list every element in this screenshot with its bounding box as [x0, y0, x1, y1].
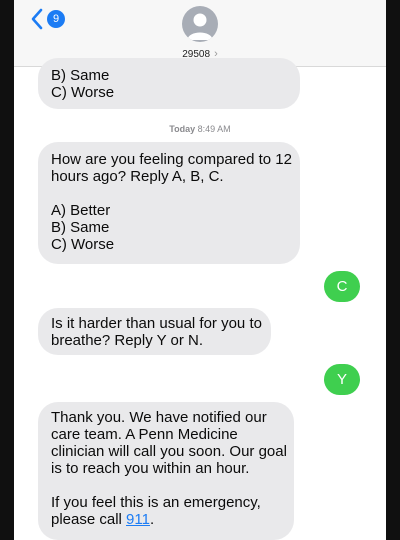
messages-screen: 9 29508 › B) Same C) Worse Today 8:49 AM …	[14, 0, 386, 540]
conversation-header: 9 29508 ›	[14, 0, 386, 67]
message-gap	[51, 185, 287, 202]
message-line: hours ago? Reply A, B, C.	[51, 168, 224, 185]
timestamp-time: 8:49 AM	[197, 124, 231, 134]
message-line: breathe? Reply Y or N.	[51, 332, 204, 349]
timestamp-day: Today	[169, 124, 196, 134]
message-line-with-link: please call 911.	[51, 511, 281, 528]
message-list[interactable]: B) Same C) Worse Today 8:49 AM How are y…	[14, 58, 386, 540]
back-button[interactable]: 9	[30, 8, 65, 30]
message-line: Is it harder than usual for you to	[51, 315, 262, 332]
phone-bezel-left	[0, 0, 14, 540]
chevron-left-icon	[31, 8, 43, 30]
outgoing-message[interactable]: C	[324, 271, 360, 302]
incoming-message[interactable]: How are you feeling compared to 12 hours…	[38, 142, 300, 264]
phone-bezel-right	[386, 0, 400, 540]
message-text: C	[336, 278, 348, 295]
timestamp: Today 8:49 AM	[14, 124, 386, 134]
message-line: A) Better	[51, 202, 111, 219]
incoming-message[interactable]: B) Same C) Worse	[38, 58, 300, 109]
message-line: If you feel this is an emergency,	[51, 494, 261, 511]
message-line: clinician will call you soon. Our goal	[51, 443, 287, 460]
message-text: .	[149, 511, 155, 528]
incoming-message[interactable]: Thank you. We have notified our care tea…	[38, 402, 294, 540]
message-line: C) Worse	[51, 84, 115, 101]
contact-avatar[interactable]	[182, 6, 218, 42]
message-line: Thank you. We have notified our	[51, 409, 267, 426]
message-line: is to reach you within an hour.	[51, 460, 250, 477]
unread-count-badge: 9	[47, 10, 65, 28]
message-line: B) Same	[51, 67, 110, 84]
phone-number-link[interactable]: 911	[126, 511, 150, 528]
message-line: C) Worse	[51, 236, 115, 253]
message-line: B) Same	[51, 219, 110, 236]
message-text: Y	[336, 371, 347, 388]
person-silhouette-icon	[187, 13, 213, 40]
message-text: please call	[51, 511, 127, 528]
incoming-message[interactable]: Is it harder than usual for you to breat…	[38, 308, 271, 355]
message-line: care team. A Penn Medicine	[51, 426, 238, 443]
message-line: How are you feeling compared to 12	[51, 151, 292, 168]
outgoing-message[interactable]: Y	[324, 364, 360, 395]
message-gap	[51, 477, 281, 494]
